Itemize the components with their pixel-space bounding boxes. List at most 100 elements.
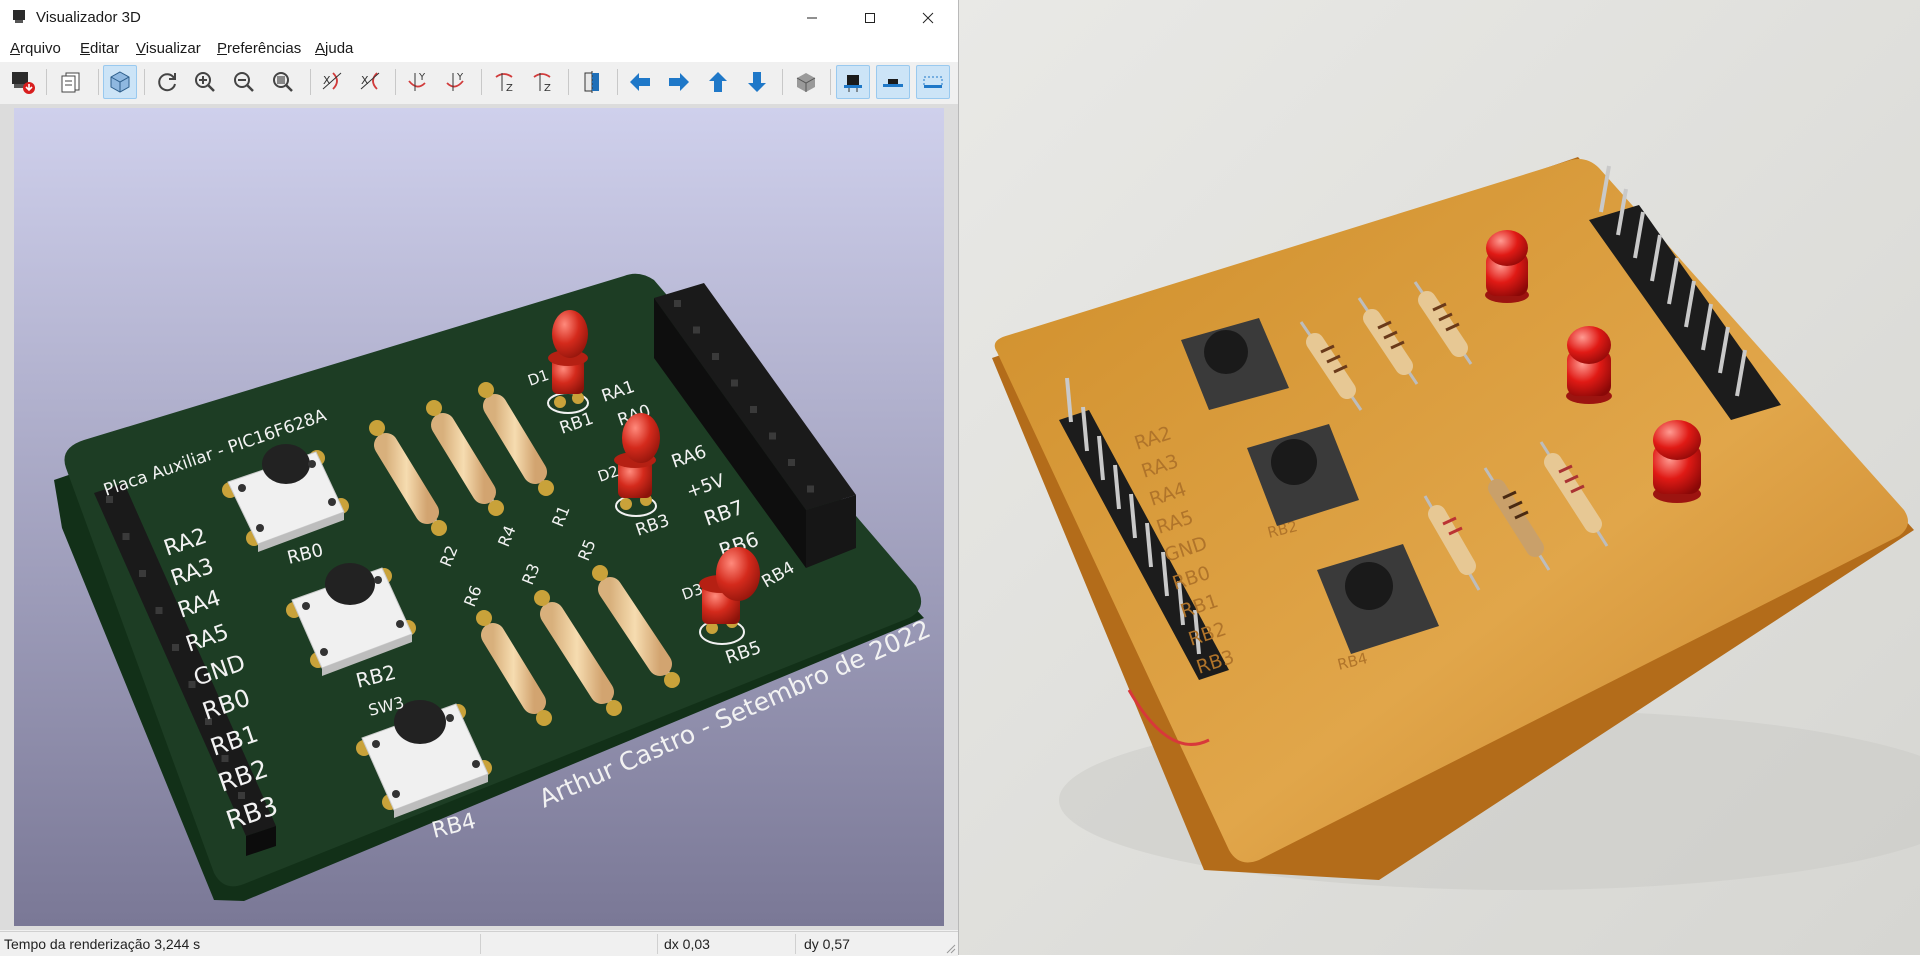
copy-button[interactable] bbox=[54, 65, 88, 99]
toolbar-separator bbox=[144, 69, 145, 95]
pan-left-icon bbox=[630, 73, 650, 91]
pan-down-icon bbox=[748, 72, 766, 92]
menu-editar[interactable]: Editar bbox=[80, 40, 119, 57]
svg-text:Z: Z bbox=[506, 83, 513, 94]
flip-board-icon bbox=[584, 71, 599, 93]
resize-grip-icon[interactable] bbox=[944, 942, 956, 954]
status-render-time: Tempo da renderização 3,244 s bbox=[4, 936, 201, 952]
pan-up-button[interactable] bbox=[701, 65, 735, 99]
menu-mnemonic: A bbox=[315, 40, 326, 57]
pan-down-button[interactable] bbox=[740, 65, 774, 99]
viewer-window: Visualizador 3D Arquivo Editar Visualiza… bbox=[0, 0, 959, 956]
pan-left-button[interactable] bbox=[623, 65, 657, 99]
header-pin bbox=[172, 644, 179, 651]
header-pin bbox=[693, 326, 700, 334]
header-pin bbox=[122, 533, 130, 540]
toolbar-separator bbox=[310, 69, 311, 95]
toolbar-separator bbox=[782, 69, 783, 95]
photo-of-board: RA2 RA3 RA4 RA5 GND RB0 RB1 RB2 RB3 RB2 … bbox=[959, 0, 1920, 955]
status-bar: Tempo da renderização 3,244 s dx 0,03 dy… bbox=[0, 931, 958, 956]
rotate-z-ccw-icon: Z bbox=[533, 73, 551, 94]
header-pin bbox=[788, 459, 795, 466]
menu-mnemonic: P bbox=[217, 40, 228, 57]
menu-label: referências bbox=[227, 40, 302, 57]
pan-right-button[interactable] bbox=[662, 65, 696, 99]
3d-viewport[interactable]: Placa Auxiliar - PIC16F628A Arthur Castr… bbox=[0, 104, 958, 930]
toolbar-separator bbox=[617, 69, 618, 95]
rotate-z-cw-button[interactable]: Z bbox=[488, 65, 522, 99]
ortho-button[interactable] bbox=[789, 65, 823, 99]
export-button[interactable] bbox=[5, 65, 39, 99]
window-title: Visualizador 3D bbox=[36, 9, 141, 26]
maximize-button[interactable] bbox=[848, 0, 892, 36]
menu-visualizar[interactable]: Visualizar bbox=[136, 40, 201, 57]
menu-bar: Arquivo Editar Visualizar Preferências A… bbox=[0, 36, 958, 62]
photo-led bbox=[1485, 230, 1529, 303]
close-button[interactable] bbox=[906, 0, 950, 36]
menu-label: ditar bbox=[90, 40, 120, 57]
header-pin bbox=[807, 485, 814, 493]
zoom-in-button[interactable] bbox=[188, 65, 222, 99]
toggle-smd-button[interactable] bbox=[876, 65, 910, 99]
zoom-out-button[interactable] bbox=[227, 65, 261, 99]
flip-board-button[interactable] bbox=[575, 65, 609, 99]
pan-up-icon bbox=[709, 72, 727, 92]
menu-arquivo[interactable]: Arquivo bbox=[10, 40, 61, 57]
photo-led bbox=[1566, 326, 1612, 404]
rotate-y-ccw-button[interactable]: Y bbox=[439, 65, 473, 99]
toolbar-separator bbox=[568, 69, 569, 95]
menu-label: rquivo bbox=[20, 40, 61, 57]
photo-led bbox=[1653, 420, 1701, 503]
rotate-x-cw-icon: X bbox=[322, 72, 342, 90]
toggle-smd-icon bbox=[883, 79, 903, 87]
rotate-x-ccw-button[interactable]: X bbox=[353, 65, 387, 99]
toggle-through-hole-button[interactable] bbox=[836, 65, 870, 99]
toolbar-separator bbox=[98, 69, 99, 95]
minimize-button[interactable] bbox=[790, 0, 834, 36]
export-icon bbox=[12, 72, 35, 94]
maximize-icon bbox=[865, 13, 875, 23]
toggle-virtual-icon bbox=[923, 76, 943, 88]
toolbar-separator bbox=[481, 69, 482, 95]
pan-right-icon bbox=[669, 73, 689, 91]
close-icon bbox=[922, 12, 934, 24]
toolbar-separator bbox=[830, 69, 831, 95]
title-bar: Visualizador 3D bbox=[0, 0, 958, 36]
status-separator bbox=[480, 934, 481, 954]
zoom-fit-button[interactable] bbox=[266, 65, 300, 99]
app-icon bbox=[13, 10, 25, 23]
rotate-z-cw-icon: Z bbox=[495, 73, 513, 94]
reload-icon bbox=[158, 73, 176, 92]
header-pin bbox=[238, 792, 245, 799]
rotate-x-ccw-icon: X bbox=[360, 72, 380, 90]
menu-label: isualizar bbox=[145, 40, 201, 57]
minimize-icon bbox=[807, 17, 817, 19]
toolbar-separator bbox=[395, 69, 396, 95]
3d-canvas[interactable]: Placa Auxiliar - PIC16F628A Arthur Castr… bbox=[14, 108, 944, 926]
menu-preferencias[interactable]: Preferências bbox=[217, 40, 301, 57]
zoom-out-icon bbox=[234, 72, 254, 92]
toggle-through-hole-icon bbox=[844, 75, 862, 92]
toolbar-separator bbox=[46, 69, 47, 95]
status-dy: dy 0,57 bbox=[804, 936, 850, 952]
header-pin bbox=[769, 432, 776, 440]
menu-mnemonic: V bbox=[136, 40, 146, 57]
perspective-toggle[interactable] bbox=[103, 65, 137, 99]
rotate-y-cw-button[interactable]: Y bbox=[401, 65, 435, 99]
toggle-virtual-button[interactable] bbox=[916, 65, 950, 99]
header-pin bbox=[188, 681, 196, 688]
ortho-icon bbox=[796, 73, 816, 92]
status-separator bbox=[657, 934, 658, 954]
copy-icon bbox=[61, 72, 80, 93]
svg-text:Y: Y bbox=[418, 72, 426, 83]
menu-ajuda[interactable]: Ajuda bbox=[315, 40, 353, 57]
zoom-fit-icon bbox=[273, 72, 293, 92]
status-separator bbox=[795, 934, 796, 954]
reload-button[interactable] bbox=[150, 65, 184, 99]
menu-mnemonic: A bbox=[10, 40, 21, 57]
rotate-y-cw-icon: Y bbox=[408, 72, 426, 91]
header-pin bbox=[731, 379, 738, 387]
header-pin bbox=[155, 607, 163, 614]
rotate-z-ccw-button[interactable]: Z bbox=[526, 65, 560, 99]
rotate-x-cw-button[interactable]: X bbox=[315, 65, 349, 99]
